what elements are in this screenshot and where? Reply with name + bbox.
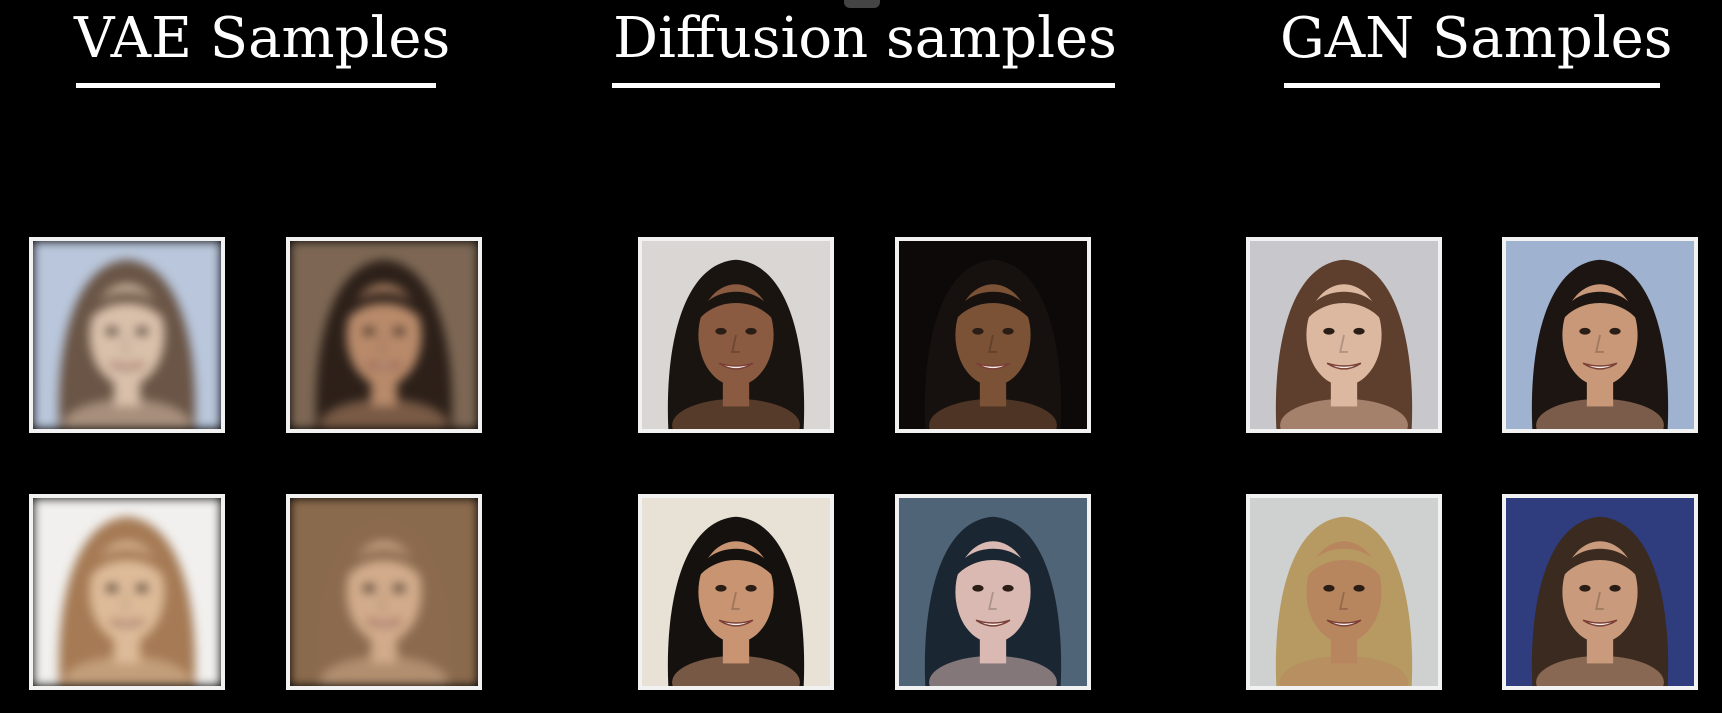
diffusion-sample-image	[895, 237, 1091, 433]
vae-sample-image	[29, 494, 225, 690]
diffusion-sample-image	[895, 494, 1091, 690]
vae-sample-image	[29, 237, 225, 433]
vae-sample-image	[286, 494, 482, 690]
gan-title: GAN Samples	[1280, 6, 1673, 71]
gan-title-underline	[1284, 83, 1660, 88]
diffusion-sample-image	[638, 237, 834, 433]
gan-sample-image	[1246, 237, 1442, 433]
vae-title-underline	[76, 83, 436, 88]
diffusion-title: Diffusion samples	[613, 6, 1117, 71]
gan-sample-image	[1502, 237, 1698, 433]
gan-sample-image	[1246, 494, 1442, 690]
diffusion-sample-image	[638, 494, 834, 690]
diffusion-title-underline	[612, 83, 1115, 88]
gan-sample-image	[1502, 494, 1698, 690]
vae-sample-image	[286, 237, 482, 433]
vae-title: VAE Samples	[74, 6, 451, 71]
